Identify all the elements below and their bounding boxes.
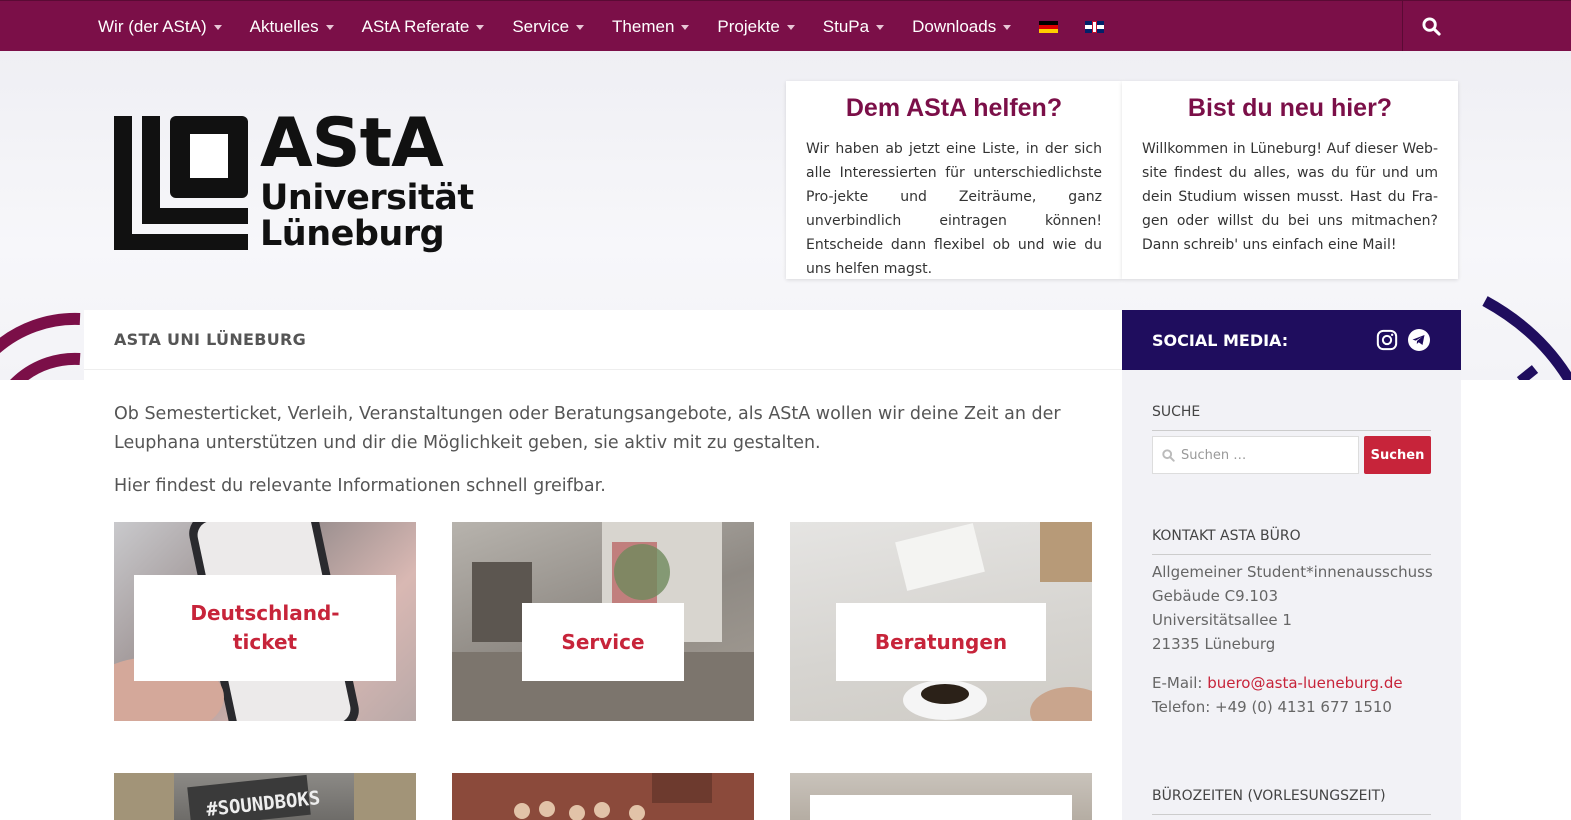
asta-logo[interactable]: AStA Universität Lüneburg <box>114 104 474 262</box>
tile-service[interactable]: Service <box>452 522 754 721</box>
page-title: ASTA UNI LÜNEBURG <box>114 330 307 349</box>
search-widget-title: SUCHE <box>1152 404 1431 431</box>
search-toggle-button[interactable] <box>1403 1 1460 52</box>
email-label: E-Mail: <box>1152 674 1203 692</box>
sidebar: SOCIAL MEDIA: SUCHE Suchen … Suchen KONT… <box>1122 310 1461 820</box>
nav-item-label: Themen <box>612 16 675 36</box>
logo-mark <box>114 116 248 250</box>
search-icon <box>1422 17 1441 36</box>
page-header: ASTA UNI LÜNEBURG <box>84 310 1122 370</box>
english-flag-icon[interactable] <box>1085 20 1105 33</box>
social-media-header: SOCIAL MEDIA: <box>1122 310 1461 370</box>
tile-third-row2[interactable] <box>790 773 1092 820</box>
nav-item-label: AStA Referate <box>361 16 470 36</box>
contact-line: Gebäude C9.103 <box>1152 587 1279 605</box>
intro-text-2: Hier findest du relevante Informationen … <box>114 476 606 496</box>
search-icon <box>1162 449 1175 462</box>
search-input[interactable]: Suchen … <box>1152 436 1359 474</box>
top-navigation: Wir (der AStA) Aktuelles AStA Referate S… <box>0 0 1571 52</box>
nav-item-label: Projekte <box>717 16 780 36</box>
logo-line-2: Universität <box>260 178 474 218</box>
nav-item-projekte[interactable]: Projekte <box>717 16 795 37</box>
nav-item-stupa[interactable]: StuPa <box>822 16 885 37</box>
social-media-title: SOCIAL MEDIA: <box>1152 330 1289 350</box>
caret-down-icon <box>786 25 795 30</box>
caret-down-icon <box>325 25 334 30</box>
nav-item-downloads[interactable]: Downloads <box>912 16 1012 37</box>
card-new-here[interactable]: Bist du neu hier? Willkommen in Lüneburg… <box>1122 81 1458 279</box>
card-text: Wir haben ab jetzt eine Liste, in der si… <box>806 141 1102 277</box>
tile-image-team <box>452 773 754 820</box>
nav-item-label: Service <box>512 16 570 36</box>
contact-email-row: E-Mail: buero@asta-lueneburg.de <box>1152 671 1403 695</box>
nav-item-label: Downloads <box>912 16 997 36</box>
decorative-arc-right <box>1482 296 1571 380</box>
nav-item-label: Aktuelles <box>249 16 319 36</box>
card-help-asta[interactable]: Dem AStA helfen? Wir haben ab jetzt eine… <box>786 81 1122 279</box>
nav-item-label: Wir (der AStA) <box>98 16 207 36</box>
nav-item-wir[interactable]: Wir (der AStA) <box>98 17 222 37</box>
contact-line: 21335 Lüneburg <box>1152 635 1276 653</box>
logo-line-3: Lüneburg <box>260 214 445 254</box>
contact-line: Universitätsallee 1 <box>1152 611 1292 629</box>
tile-deutschlandticket[interactable]: Deutschland-ticket <box>114 522 416 721</box>
tile-label: Beratungen <box>836 603 1046 681</box>
intro-text: Ob Semesterticket, Verleih, Veranstaltun… <box>114 404 1061 453</box>
search-placeholder: Suchen … <box>1181 447 1247 463</box>
nav-item-referate[interactable]: AStA Referate <box>362 17 485 37</box>
card-title: Bist du neu hier? <box>1187 94 1393 122</box>
tile-label: Deutschland-ticket <box>134 575 396 681</box>
caret-down-icon <box>1003 25 1012 30</box>
nav-item-aktuelles[interactable]: Aktuelles <box>250 17 334 37</box>
tile-label: Service <box>522 603 684 681</box>
email-link[interactable]: buero@asta-lueneburg.de <box>1207 674 1402 692</box>
tile-soundboks[interactable]: #SOUNDBOKS <box>114 773 416 820</box>
nav-menu: Wir (der AStA) Aktuelles AStA Referate S… <box>98 1 1131 52</box>
tile-team-photo[interactable] <box>452 773 754 820</box>
nav-item-themen[interactable]: Themen <box>612 16 690 37</box>
caret-down-icon <box>681 25 690 30</box>
caret-down-icon <box>213 25 222 30</box>
caret-down-icon <box>876 25 885 30</box>
contact-phone: Telefon: +49 (0) 4131 677 1510 <box>1152 698 1392 716</box>
tile-label-box <box>810 795 1072 820</box>
contact-widget-title: KONTAKT ASTA BÜRO <box>1152 528 1431 555</box>
search-submit-button[interactable]: Suchen <box>1364 436 1431 474</box>
contact-line: Allgemeiner Student*innenausschuss <box>1152 563 1433 581</box>
nav-item-label: StuPa <box>822 16 870 36</box>
card-title: Dem AStA helfen? <box>845 94 1063 122</box>
instagram-icon[interactable] <box>1376 329 1398 351</box>
contact-address: Allgemeiner Student*innenausschuss Gebäu… <box>1152 560 1433 656</box>
contact-email-phone: E-Mail: buero@asta-lueneburg.de Telefon:… <box>1152 671 1403 719</box>
main-content: ASTA UNI LÜNEBURG Ob Semesterticket, Ver… <box>84 310 1122 820</box>
german-flag-icon[interactable] <box>1039 20 1059 33</box>
logo-line-1: AStA <box>260 104 444 183</box>
caret-down-icon <box>576 25 585 30</box>
telegram-icon[interactable] <box>1407 328 1431 352</box>
nav-item-service[interactable]: Service <box>512 16 585 37</box>
card-text: Willkommen in Lüneburg! Auf dieser Web-s… <box>1142 141 1438 253</box>
caret-down-icon <box>476 25 485 30</box>
tile-beratungen[interactable]: Beratungen <box>790 522 1092 721</box>
office-hours-title: BÜROZEITEN (VORLESUNGSZEIT) <box>1152 788 1431 815</box>
